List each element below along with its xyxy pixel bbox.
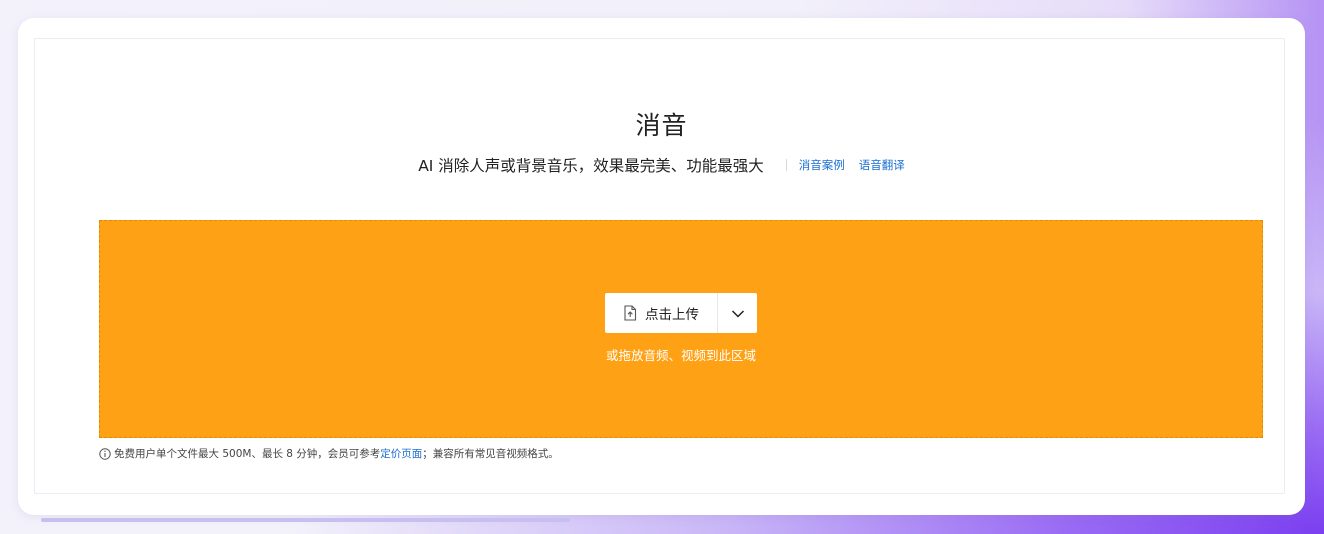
page-title: 消音: [635, 111, 688, 140]
info-icon: [99, 447, 111, 460]
upload-button-label: 点击上传: [645, 307, 699, 323]
upload-options-dropdown[interactable]: [718, 293, 757, 333]
subtitle-divider: [785, 159, 787, 171]
main-card: 消音 AI 消除人声或背景音乐，效果最完美、功能最强大 消音案例 语音翻译 点击…: [18, 18, 1305, 515]
notice-text: 免费用户单个文件最大 500M、最长 8 分钟，会员可参考: [114, 448, 381, 460]
upload-notice: 免费用户单个文件最大 500M、最长 8 分钟，会员可参考 定价页面 ；兼容所有…: [99, 446, 559, 461]
pricing-page-link[interactable]: 定价页面: [380, 446, 422, 461]
chevron-down-icon: [731, 304, 745, 323]
upload-dropzone[interactable]: 点击上传 或拖放音频、视频到此区域: [99, 220, 1263, 438]
upload-button-group: 点击上传: [605, 293, 757, 333]
page-subtitle: AI 消除人声或背景音乐，效果最完美、功能最强大: [418, 157, 764, 175]
subtitle-row: AI 消除人声或背景音乐，效果最完美、功能最强大 消音案例 语音翻译: [18, 154, 1305, 176]
drop-hint: 或拖放音频、视频到此区域: [605, 348, 756, 363]
file-upload-icon: [623, 305, 637, 321]
link-voice-translation[interactable]: 语音翻译: [859, 157, 905, 173]
notice-text-end: ；兼容所有常见音视频格式。: [422, 448, 559, 460]
link-mute-examples[interactable]: 消音案例: [799, 157, 845, 173]
upload-button[interactable]: 点击上传: [605, 293, 718, 333]
horizontal-scrollbar[interactable]: [41, 518, 570, 522]
